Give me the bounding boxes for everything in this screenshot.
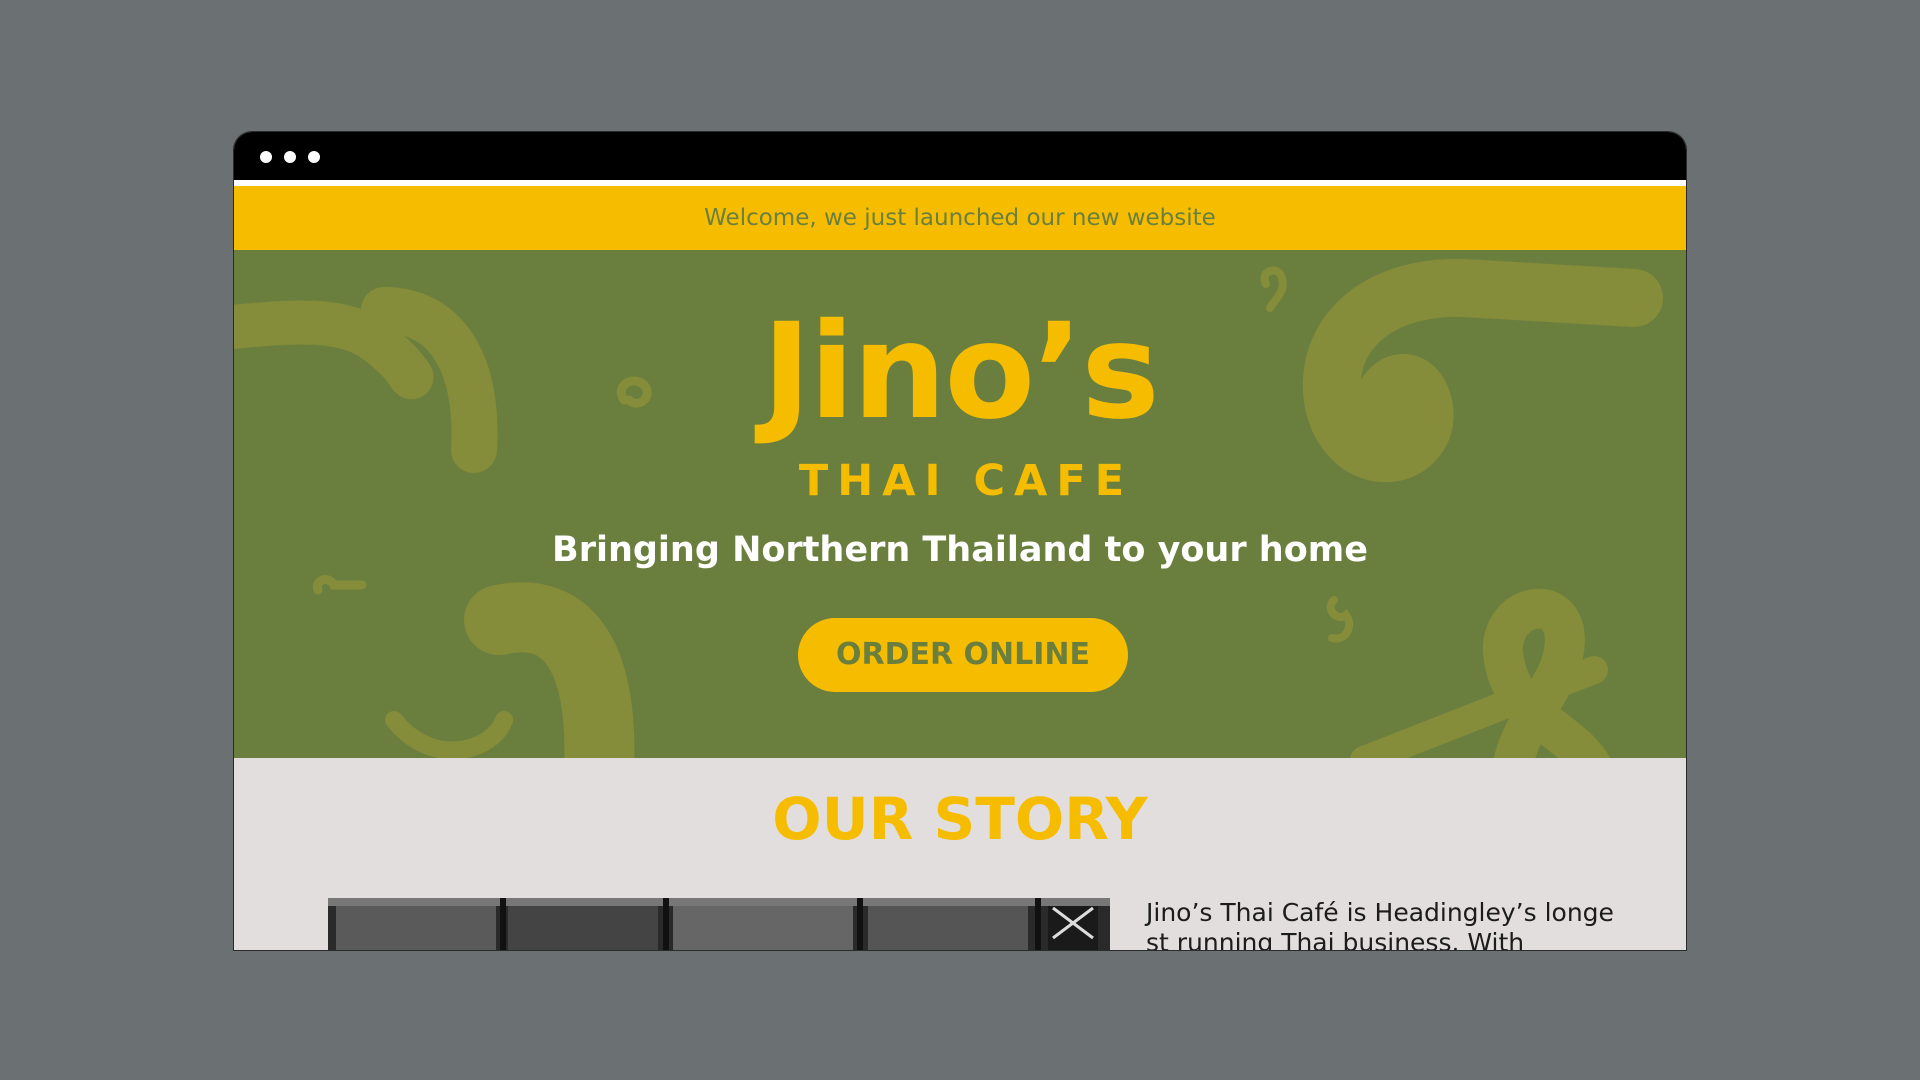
story-body: Jino’s Thai Café is Headingley’s longest… xyxy=(1146,898,1614,950)
window-dot-1[interactable] xyxy=(260,151,272,163)
our-story-section: OUR STORY Jino’s Thai Café is Headingley… xyxy=(234,758,1686,950)
order-online-button[interactable]: ORDER ONLINE xyxy=(798,618,1128,692)
hero-section: Jino’s THAI CAFE Bringing Northern Thail… xyxy=(234,250,1686,758)
cafe-photo xyxy=(328,898,1110,950)
logo-subtitle: THAI CAFE xyxy=(798,456,1134,506)
announcement-bar[interactable]: Welcome, we just launched our new websit… xyxy=(234,186,1686,250)
browser-window: Welcome, we just launched our new websit… xyxy=(234,132,1686,950)
hero-tagline: Bringing Northern Thailand to your home xyxy=(552,530,1368,570)
cafe-photo-graphic xyxy=(328,898,1110,950)
window-titlebar xyxy=(234,132,1686,180)
section-title: OUR STORY xyxy=(772,785,1148,853)
window-dot-2[interactable] xyxy=(284,151,296,163)
window-dot-3[interactable] xyxy=(308,151,320,163)
logo-wordmark[interactable]: Jino’s xyxy=(234,302,1686,442)
